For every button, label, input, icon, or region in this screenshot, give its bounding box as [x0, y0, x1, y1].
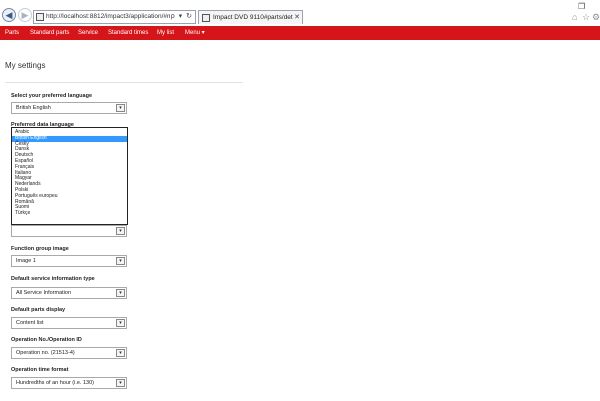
operation-id-value: Operation no. (21513-4)	[16, 350, 75, 356]
service-info-type-select[interactable]: All Service Information ▾	[11, 287, 127, 299]
divider	[5, 82, 243, 83]
nav-item-standard-parts[interactable]: Standard parts	[30, 26, 69, 40]
tab-title: Impact DVD 9110#parts/det...	[213, 14, 293, 21]
function-group-image-label: Function group image	[11, 246, 69, 252]
chevron-down-icon[interactable]: ▾	[116, 289, 125, 297]
back-arrow-icon[interactable]: ◀	[2, 8, 16, 22]
chevron-down-icon[interactable]: ▾	[116, 319, 125, 327]
browser-tab[interactable]: Impact DVD 9110#parts/det... ✕	[198, 10, 303, 24]
chevron-down-icon[interactable]: ▾	[116, 349, 125, 357]
chevron-down-icon[interactable]: ▾	[116, 379, 125, 387]
browser-chrome: ◀ ▶ http://localhost:8812/impact3/applic…	[0, 0, 600, 26]
language-select[interactable]: British English ▾	[11, 102, 127, 114]
chevron-down-icon[interactable]: ▾	[116, 257, 125, 265]
nav-item-service[interactable]: Service	[78, 26, 98, 40]
service-info-type-value: All Service Information	[16, 290, 72, 296]
address-bar[interactable]: http://localhost:8812/impact3/applicatio…	[33, 10, 196, 24]
address-url[interactable]: http://localhost:8812/impact3/applicatio…	[46, 11, 170, 23]
parts-display-label: Default parts display	[11, 307, 66, 313]
data-language-select[interactable]: ▾	[11, 225, 127, 237]
nav-item-my-list[interactable]: My list	[157, 26, 174, 40]
chevron-down-icon[interactable]: ▾	[116, 227, 125, 235]
dropdown-option[interactable]: Türkçe	[12, 210, 127, 217]
window-restore-icon[interactable]: ❐	[578, 2, 585, 11]
parts-display-value: Content list	[16, 320, 44, 326]
forward-arrow-icon[interactable]: ▶	[18, 8, 32, 22]
function-group-image-value: Image 1	[16, 258, 36, 264]
nav-item-parts[interactable]: Parts	[5, 26, 19, 40]
favorites-star-icon[interactable]: ☆	[582, 12, 590, 23]
service-info-type-label: Default service information type	[11, 276, 95, 282]
data-language-dropdown-list[interactable]: Arabic British English Česky Dansk Deutsch Es…	[11, 127, 128, 225]
time-format-value: Hundredths of an hour (i.e. 130)	[16, 380, 94, 386]
nav-item-standard-times[interactable]: Standard times	[108, 26, 148, 40]
chevron-down-icon[interactable]: ▾	[116, 104, 125, 112]
operation-id-select[interactable]: Operation no. (21513-4) ▾	[11, 347, 127, 359]
tab-favicon-icon	[202, 14, 210, 22]
app-nav-bar: Parts Standard parts Service Standard ti…	[0, 26, 600, 40]
time-format-select[interactable]: Hundredths of an hour (i.e. 130) ▾	[11, 377, 127, 389]
function-group-image-select[interactable]: Image 1 ▾	[11, 255, 127, 267]
time-format-label: Operation time format	[11, 367, 69, 373]
language-select-value: British English	[16, 105, 51, 111]
tab-close-icon[interactable]: ✕	[294, 11, 300, 24]
parts-display-select[interactable]: Content list ▾	[11, 317, 127, 329]
address-search-refresh-icons[interactable]: ρ ▾ ↻	[171, 11, 193, 23]
nav-item-menu[interactable]: Menu ▾	[185, 26, 205, 40]
page-favicon-icon	[36, 13, 44, 21]
settings-gear-icon[interactable]: ⚙	[592, 12, 600, 23]
page-title: My settings	[5, 61, 46, 70]
language-label: Select your preferred language	[11, 93, 92, 99]
home-icon[interactable]: ⌂	[572, 12, 577, 22]
operation-id-label: Operation No./Operation ID	[11, 337, 82, 343]
